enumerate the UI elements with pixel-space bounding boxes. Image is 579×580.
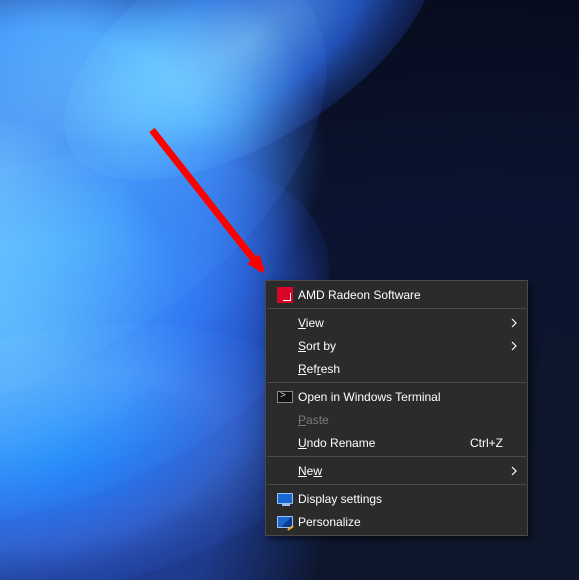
- menu-separator: [267, 382, 526, 383]
- menu-separator: [267, 308, 526, 309]
- menu-separator: [267, 456, 526, 457]
- menu-label: Display settings: [298, 492, 521, 506]
- menu-item-display-settings[interactable]: Display settings: [266, 487, 527, 510]
- desktop-wallpaper[interactable]: AMD Radeon Software View Sort by Refresh…: [0, 0, 579, 580]
- menu-label: Paste: [298, 413, 521, 427]
- menu-label: Open in Windows Terminal: [298, 390, 521, 404]
- menu-item-open-terminal[interactable]: Open in Windows Terminal: [266, 385, 527, 408]
- menu-item-refresh[interactable]: Refresh: [266, 357, 527, 380]
- chevron-right-icon: [511, 466, 517, 476]
- menu-label: Personalize: [298, 515, 521, 529]
- menu-label: Sort by: [298, 339, 521, 353]
- menu-item-personalize[interactable]: Personalize: [266, 510, 527, 533]
- chevron-right-icon: [511, 341, 517, 351]
- menu-label: View: [298, 316, 521, 330]
- chevron-right-icon: [511, 318, 517, 328]
- menu-label: AMD Radeon Software: [298, 288, 521, 302]
- menu-item-new[interactable]: New: [266, 459, 527, 482]
- windows-terminal-icon: [272, 391, 298, 403]
- menu-item-amd-radeon[interactable]: AMD Radeon Software: [266, 283, 527, 306]
- menu-item-paste: Paste: [266, 408, 527, 431]
- menu-label: New: [298, 464, 521, 478]
- display-settings-icon: [272, 493, 298, 504]
- menu-item-undo-rename[interactable]: Undo Rename Ctrl+Z: [266, 431, 527, 454]
- personalize-icon: [272, 516, 298, 528]
- menu-separator: [267, 484, 526, 485]
- menu-shortcut: Ctrl+Z: [470, 436, 521, 450]
- menu-item-sort-by[interactable]: Sort by: [266, 334, 527, 357]
- menu-item-view[interactable]: View: [266, 311, 527, 334]
- menu-label: Undo Rename: [298, 436, 470, 450]
- menu-label: Refresh: [298, 362, 521, 376]
- amd-radeon-icon: [272, 287, 298, 303]
- desktop-context-menu: AMD Radeon Software View Sort by Refresh…: [265, 280, 528, 536]
